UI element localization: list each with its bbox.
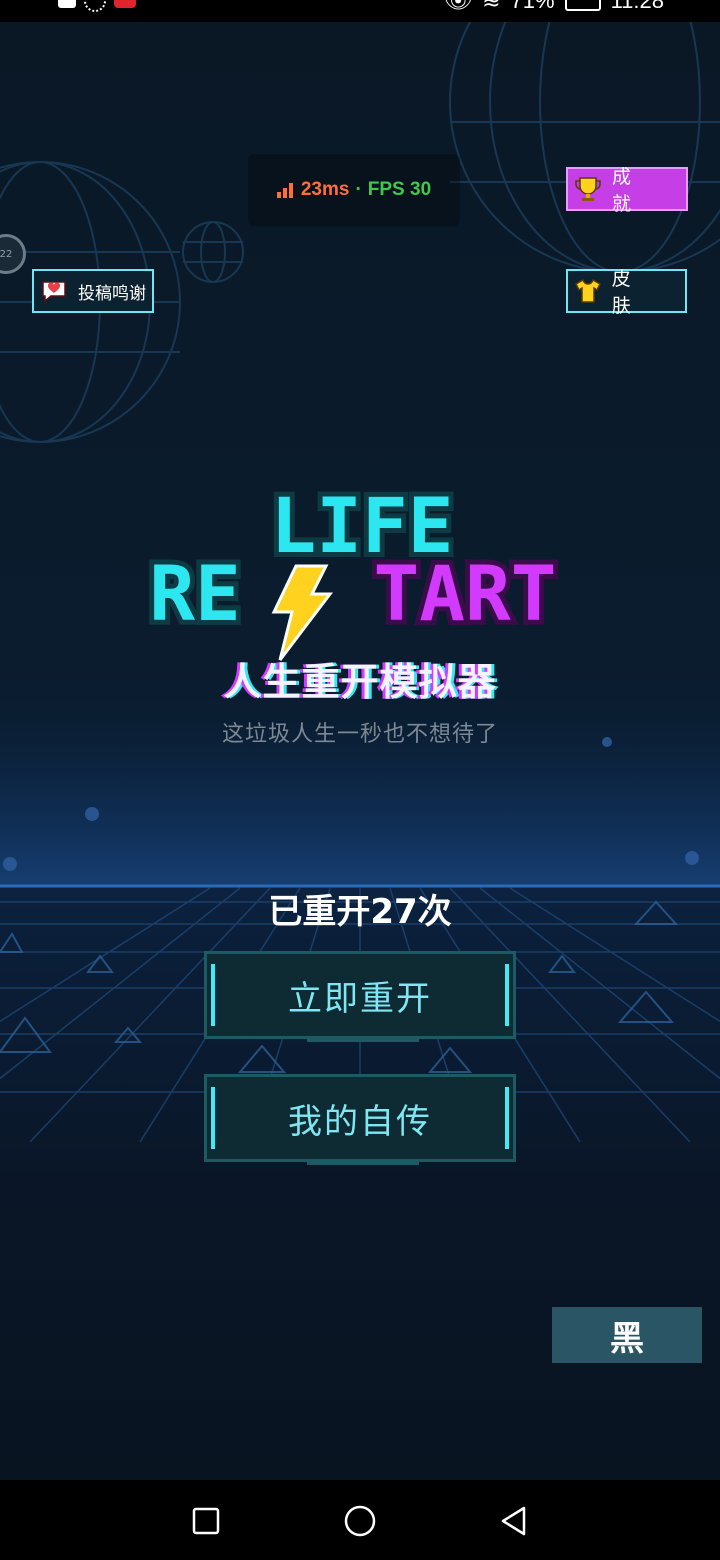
achievements-button[interactable]: 成 就 [566,166,688,215]
achievements-label: 成 就 [611,166,641,215]
skins-label: 皮 肤 [611,268,641,317]
game-title-cn: 人生重开模拟器 [223,660,497,704]
my-biography-label: 我的自传 [288,1101,432,1142]
system-navigation-bar [0,1480,720,1560]
recent-apps-button[interactable] [189,1504,223,1538]
app-notification-icon [114,0,136,8]
status-bar: 👁 ≋ 71% 11:28 [0,0,720,22]
skins-button[interactable]: 皮 肤 [566,268,687,317]
heart-bubble-icon [38,275,70,307]
performance-overlay: 23ms · FPS 30 [248,154,460,226]
home-button[interactable] [343,1504,377,1538]
battery-percent: 71% [510,0,555,13]
button-tab-decoration [307,1159,419,1165]
eye-icon: 👁 [444,0,473,13]
lock-icon [58,0,76,8]
perf-separator: · [355,179,362,200]
tagline: 这垃圾人生一秒也不想待了 [221,722,498,747]
floating-badge-text: 22 [0,248,13,260]
battery-icon [564,0,601,11]
logo-line-tart: TART [373,549,556,638]
recent-apps-icon [192,1507,220,1535]
submission-thanks-label: 投稿鸣谢 [78,283,146,304]
back-icon [501,1506,526,1536]
home-icon [344,1505,376,1537]
fps-value: FPS 30 [367,179,432,200]
my-biography-button[interactable]: 我的自传 [204,1074,516,1165]
life-restart-logo: LIFE LIFE RE RE TART TART [144,484,562,661]
tshirt-icon [572,275,604,307]
signal-bars-icon [276,182,293,198]
wifi-icon: ≋ [482,0,501,13]
background-art [0,22,720,1143]
restart-count: 已重开27次 [268,892,452,932]
back-button[interactable] [496,1504,530,1538]
status-indicators: 👁 ≋ 71% 11:28 [444,0,664,14]
status-notifications [58,0,136,12]
trophy-icon [572,173,604,205]
restart-now-label: 立即重开 [288,978,432,1019]
game-screen: 23ms · FPS 30 22 成 就 皮 肤 投稿鸣谢 LIFE LIFE … [0,22,720,1480]
restart-now-button[interactable]: 立即重开 [204,951,516,1042]
logo-line-re: RE [149,549,241,638]
button-tab-decoration [307,1036,419,1042]
theme-toggle-button[interactable]: 黑 [552,1307,702,1363]
theme-label: 黑 [610,1318,644,1359]
clock: 11:28 [610,0,664,13]
settings-icon [84,0,106,12]
submission-thanks-button[interactable]: 投稿鸣谢 [32,269,154,313]
latency-value: 23ms [300,179,350,200]
lightning-bolt-icon [271,564,334,661]
